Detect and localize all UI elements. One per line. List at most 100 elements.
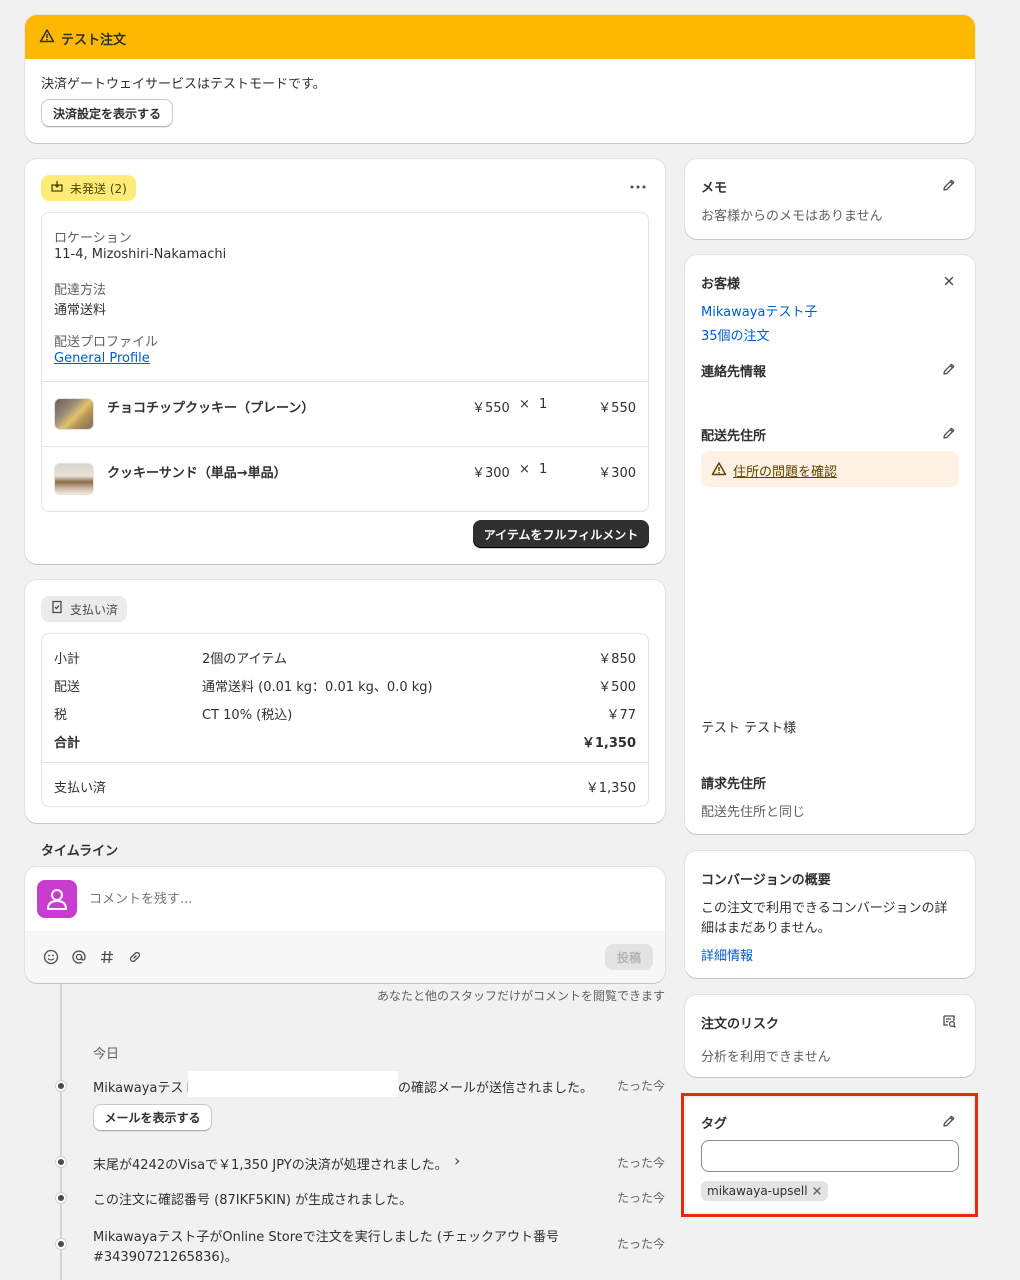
conversion-title: コンバージョンの概要 bbox=[701, 873, 831, 888]
banner-header: テスト注文 bbox=[25, 15, 975, 59]
order-risk-card: 注文のリスク 分析を利用できません bbox=[685, 995, 975, 1077]
user-icon bbox=[47, 889, 67, 910]
paid-badge-label: 支払い済 bbox=[70, 602, 119, 617]
subtotal-label: 小計 bbox=[54, 652, 81, 667]
comment-toolbar: 投稿 bbox=[25, 931, 665, 983]
conversion-text-line2: 細はまだありません。 bbox=[701, 921, 831, 936]
event-time: たった今 bbox=[616, 1079, 665, 1093]
line-item-times: × bbox=[519, 397, 530, 412]
timeline-heading: タイムライン bbox=[41, 844, 119, 859]
edit-pencil-icon[interactable] bbox=[939, 359, 959, 379]
post-button[interactable]: 投稿 bbox=[605, 944, 653, 970]
address-warning-banner: 住所の問題を確認 bbox=[701, 451, 959, 487]
shipping-profile-link[interactable]: General Profile bbox=[54, 351, 150, 366]
location-value: 11-4, Mizoshiri-Nakamachi bbox=[54, 247, 227, 262]
shipping-value: ￥500 bbox=[598, 680, 636, 695]
memo-text: お客様からのメモはありません bbox=[701, 209, 883, 224]
more-actions-icon[interactable] bbox=[628, 177, 648, 197]
event-text-line2: #34390721265836)。 bbox=[93, 1250, 238, 1265]
customer-title: お客様 bbox=[701, 277, 741, 292]
tag-chip: mikawaya-upsell bbox=[701, 1181, 828, 1201]
recipient-name: テスト テスト様 bbox=[701, 721, 797, 736]
event-time: たった今 bbox=[616, 1237, 665, 1251]
contact-info-title: 連絡先情報 bbox=[701, 365, 767, 380]
link-icon[interactable] bbox=[125, 947, 145, 967]
customer-card: お客様 Mikawayaテスト子 35個の注文 連絡先情報 配送先住所 住所の問… bbox=[685, 255, 975, 834]
shipping-method-value: 通常送料 bbox=[54, 303, 107, 318]
line-item-price: ￥550 bbox=[472, 401, 510, 416]
divider bbox=[42, 762, 648, 763]
hashtag-icon[interactable] bbox=[97, 947, 117, 967]
conversion-text-line1: この注文で利用できるコンバージョンの詳 bbox=[701, 901, 948, 916]
chevron-right-icon[interactable]: › bbox=[454, 1151, 460, 1170]
tax-value: ￥77 bbox=[606, 708, 636, 723]
line-item-qty: 1 bbox=[539, 462, 548, 477]
customer-name-link[interactable]: Mikawayaテスト子 bbox=[701, 301, 817, 320]
line-item-times: × bbox=[519, 462, 530, 477]
billing-address-title: 請求先住所 bbox=[701, 777, 767, 792]
paid-badge: 支払い済 bbox=[41, 596, 128, 622]
line-item: チョコチップクッキー（プレーン） ￥550 × 1 ￥550 bbox=[42, 382, 648, 446]
conversion-card: コンバージョンの概要 この注文で利用できるコンバージョンの詳 細はまだありません… bbox=[685, 851, 975, 978]
fulfill-items-button[interactable]: アイテムをフルフィルメント bbox=[473, 520, 649, 548]
receipt-check-icon bbox=[50, 600, 64, 618]
paid-value: ￥1,350 bbox=[585, 781, 636, 796]
line-item-name[interactable]: チョコチップクッキー（プレーン） bbox=[107, 397, 314, 416]
warning-icon bbox=[711, 461, 727, 481]
product-thumbnail[interactable] bbox=[54, 463, 94, 495]
tag-chip-label: mikawaya-upsell bbox=[707, 1184, 808, 1198]
tags-input[interactable] bbox=[701, 1140, 959, 1172]
event-time: たった今 bbox=[616, 1191, 665, 1205]
shipping-profile-label: 配送プロファイル bbox=[54, 335, 159, 350]
line-item-name[interactable]: クッキーサンド（単品→単品） bbox=[107, 462, 287, 481]
subtotal-desc: 2個のアイテム bbox=[202, 652, 287, 667]
risk-text: 分析を利用できません bbox=[701, 1050, 831, 1065]
review-address-link[interactable]: 住所の問題を確認 bbox=[733, 461, 837, 480]
event-text[interactable]: 末尾が4242のVisaで￥1,350 JPYの決済が処理されました。 bbox=[93, 1154, 448, 1173]
conversion-details-link[interactable]: 詳細情報 bbox=[701, 945, 753, 964]
billing-address-value: 配送先住所と同じ bbox=[701, 805, 806, 820]
payment-settings-button[interactable]: 決済設定を表示する bbox=[41, 99, 173, 127]
line-item-total: ￥300 bbox=[598, 466, 636, 481]
line-item: クッキーサンド（単品→単品） ￥300 × 1 ￥300 bbox=[42, 447, 648, 511]
tax-label: 税 bbox=[54, 708, 68, 723]
tags-title: タグ bbox=[701, 1117, 728, 1132]
product-thumbnail[interactable] bbox=[54, 398, 94, 430]
subtotal-value: ￥850 bbox=[598, 652, 636, 667]
comment-box: 投稿 bbox=[25, 867, 665, 983]
memo-title: メモ bbox=[701, 181, 728, 196]
location-label: ロケーション bbox=[54, 231, 132, 246]
tags-card: タグ mikawaya-upsell bbox=[686, 1098, 973, 1212]
edit-pencil-icon[interactable] bbox=[939, 423, 959, 443]
emoji-icon[interactable] bbox=[41, 947, 61, 967]
shipping-method-label: 配達方法 bbox=[54, 283, 107, 298]
tax-desc: CT 10% (税込) bbox=[202, 708, 293, 723]
redacted-email bbox=[188, 1071, 398, 1097]
unfulfilled-icon bbox=[50, 179, 64, 197]
event-text-prefix: Mikawayaテスト bbox=[93, 1081, 197, 1096]
remove-tag-icon[interactable] bbox=[812, 1186, 822, 1196]
timeline-day-label: 今日 bbox=[93, 1047, 120, 1062]
event-time: たった今 bbox=[616, 1156, 665, 1170]
avatar bbox=[37, 880, 77, 918]
close-icon[interactable] bbox=[939, 271, 959, 291]
event-text-line1: Mikawayaテスト子がOnline Storeで注文を実行しました (チェッ… bbox=[93, 1230, 559, 1245]
risk-analysis-icon[interactable] bbox=[939, 1011, 959, 1031]
timeline-dot bbox=[55, 1156, 67, 1168]
event-text-suffix: の確認メールが送信されました。 bbox=[398, 1081, 594, 1096]
payment-summary: 小計 2個のアイテム ￥850 配送 通常送料 (0.01 kg：0.01 kg… bbox=[41, 633, 649, 807]
mention-icon[interactable] bbox=[69, 947, 89, 967]
unfulfilled-card: 未発送 (2) ロケーション 11-4, Mizoshiri-Nakamachi… bbox=[25, 159, 665, 564]
view-email-button[interactable]: メールを表示する bbox=[93, 1104, 212, 1131]
customer-orders-link[interactable]: 35個の注文 bbox=[701, 325, 770, 344]
warning-icon bbox=[39, 28, 55, 48]
edit-pencil-icon[interactable] bbox=[939, 1111, 959, 1131]
fulfillment-details: ロケーション 11-4, Mizoshiri-Nakamachi 配達方法 通常… bbox=[41, 212, 649, 512]
timeline-line bbox=[60, 984, 62, 1280]
edit-pencil-icon[interactable] bbox=[939, 175, 959, 195]
unfulfilled-badge: 未発送 (2) bbox=[41, 175, 136, 201]
comment-input[interactable] bbox=[89, 885, 649, 913]
line-item-total: ￥550 bbox=[598, 401, 636, 416]
banner-title: テスト注文 bbox=[61, 33, 127, 48]
total-value: ￥1,350 bbox=[581, 736, 636, 751]
